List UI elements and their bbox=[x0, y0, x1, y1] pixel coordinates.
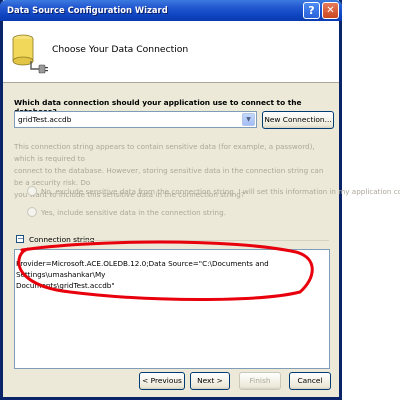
cancel-button[interactable]: Cancel bbox=[289, 372, 331, 390]
connection-dropdown[interactable]: gridTest.accdb ▼ bbox=[14, 111, 257, 128]
connection-dropdown-value: gridTest.accdb bbox=[18, 115, 72, 124]
connection-string-box-lower bbox=[14, 291, 330, 369]
title-bar[interactable]: Data Source Configuration Wizard ? ✕ bbox=[0, 0, 342, 21]
wizard-header: Choose Your Data Connection bbox=[3, 21, 339, 83]
collapse-icon[interactable]: − bbox=[16, 235, 24, 243]
connection-string-line: Documents\gridTest.accdb" bbox=[16, 281, 115, 290]
radio-button[interactable] bbox=[27, 207, 37, 217]
connection-string-line: Provider=Microsoft.ACE.OLEDB.12.0;Data S… bbox=[16, 259, 269, 279]
database-icon bbox=[12, 34, 48, 74]
info-line: connect to the database. However, storin… bbox=[14, 166, 324, 187]
wizard-window: Data Source Configuration Wizard ? ✕ Cho… bbox=[0, 0, 400, 400]
divider bbox=[83, 240, 329, 241]
radio-label: No, exclude sensitive data from the conn… bbox=[41, 187, 400, 196]
help-button[interactable]: ? bbox=[303, 2, 320, 19]
close-button[interactable]: ✕ bbox=[322, 2, 339, 19]
info-line: This connection string appears to contai… bbox=[14, 142, 315, 163]
new-connection-button[interactable]: New Connection... bbox=[262, 111, 334, 129]
previous-button[interactable]: < Previous bbox=[139, 372, 185, 390]
radio-button[interactable] bbox=[27, 186, 37, 196]
finish-button[interactable]: Finish bbox=[239, 372, 281, 390]
window-title: Data Source Configuration Wizard bbox=[7, 5, 168, 15]
radio-label: Yes, include sensitive data in the conne… bbox=[41, 208, 226, 217]
connection-string-text: Provider=Microsoft.ACE.OLEDB.12.0;Data S… bbox=[16, 258, 324, 291]
next-button[interactable]: Next > bbox=[190, 372, 230, 390]
page-title: Choose Your Data Connection bbox=[52, 44, 189, 55]
chevron-down-icon[interactable]: ▼ bbox=[242, 113, 255, 126]
